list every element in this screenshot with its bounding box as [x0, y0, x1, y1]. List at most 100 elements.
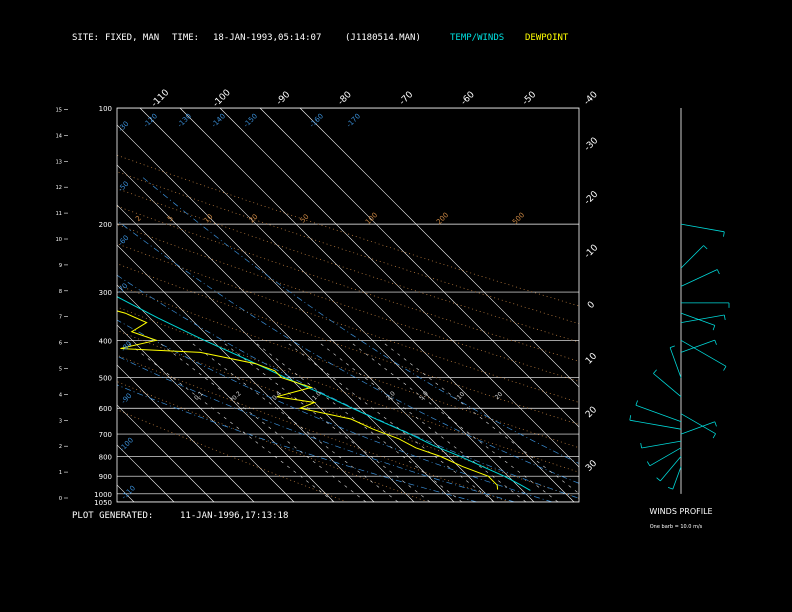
- wind-barb-flag: [646, 461, 651, 467]
- height-label: 0: [59, 496, 62, 502]
- pressure-label: 1000: [94, 491, 112, 499]
- dewpoint-profile: [117, 310, 499, 490]
- skewt-chart: 1002003004005006007008009001000105001234…: [0, 88, 730, 530]
- wind-barb: [680, 314, 725, 323]
- pressure-label: 700: [99, 431, 112, 439]
- moist-adiabat: [117, 319, 553, 502]
- wind-barb: [680, 339, 715, 353]
- dry-adiabat-label: -80: [120, 340, 134, 354]
- mixing-ratio-line: [380, 340, 579, 494]
- isotherm-right-label: 30: [584, 458, 599, 473]
- height-label: 5: [59, 367, 62, 373]
- height-label: 15: [56, 108, 62, 114]
- dry-adiabat-label: -30: [117, 120, 131, 134]
- isotherm-line: [117, 204, 415, 502]
- mixing-ratio-label: 2.0: [385, 390, 397, 402]
- wind-barb-flag: [723, 366, 727, 371]
- mixing-ratio-line: [284, 340, 495, 502]
- isotherm-right-label: 10: [584, 351, 599, 366]
- mixing-ratio-line: [124, 340, 335, 502]
- height-label: 10: [56, 237, 62, 243]
- isotherm-line: [0, 108, 54, 502]
- isotherm-line: [117, 284, 335, 502]
- dry-adiabat-label: -50: [117, 180, 131, 194]
- isotherm-top-label: -90: [275, 90, 293, 108]
- wind-barb: [672, 466, 682, 490]
- wind-barb: [629, 419, 682, 430]
- isotherm-right-label: 20: [584, 405, 599, 420]
- height-label: 11: [56, 211, 62, 217]
- wind-barb: [660, 456, 682, 482]
- dry-adiabat-label: -160: [308, 112, 325, 129]
- isotherm-top-label: -40: [582, 90, 600, 108]
- wind-barb-flag: [629, 415, 632, 421]
- wind-barb: [641, 440, 682, 449]
- dry-adiabat-label: -60: [117, 234, 131, 248]
- isotherm-right-label: -20: [583, 189, 601, 207]
- dry-adiabat-label: -70: [116, 282, 130, 296]
- orange-label: 2: [134, 214, 143, 223]
- mixing-ratio-label: 20: [494, 391, 504, 401]
- orange-label: 50: [299, 213, 311, 225]
- isotherm-line: [117, 324, 295, 502]
- dry-adiabat: [117, 381, 429, 502]
- mixing-ratio-line: [156, 340, 367, 502]
- dry-adiabat: [117, 354, 510, 502]
- orange-label: 20: [248, 213, 260, 225]
- wind-barb-flag: [703, 245, 708, 250]
- pressure-label: 400: [99, 337, 112, 345]
- isotherm-top-label: -110: [150, 88, 172, 110]
- dry-adiabat-label: -130: [176, 112, 193, 129]
- dry-adiabat-label: -90: [120, 392, 134, 406]
- wind-barb-flag: [653, 369, 657, 374]
- isotherm-right-label: -30: [583, 136, 601, 154]
- wind-barb-flag: [716, 269, 720, 275]
- wind-barb-flag: [723, 314, 726, 320]
- wind-barb-flag: [712, 433, 716, 439]
- winds-profile-title: WINDS PROFILE: [649, 507, 712, 516]
- moist-adiabat: [140, 175, 579, 464]
- isotherm-line: [0, 108, 14, 502]
- isotherm-right-label: 0: [586, 300, 597, 311]
- wind-barb: [649, 447, 682, 467]
- pressure-label: 300: [99, 289, 112, 297]
- mixing-ratio-label: 1.0: [311, 390, 323, 402]
- isotherm-line: [117, 244, 375, 502]
- isotherm-line: [139, 108, 535, 502]
- dry-adiabat-label: -140: [210, 112, 227, 129]
- wind-barb-flag: [640, 443, 642, 449]
- mixing-ratio-label: 0.4: [271, 390, 283, 402]
- winds-profile-note: One barb = 10.0 m/s: [650, 524, 703, 530]
- pressure-label: 200: [99, 221, 112, 229]
- dry-adiabat-label: -170: [345, 112, 362, 129]
- isotherm-line: [299, 108, 579, 388]
- dry-adiabat-label: -100: [118, 436, 135, 453]
- dry-adiabat-label: -110: [120, 484, 137, 501]
- dry-adiabat: [117, 284, 579, 449]
- wind-barb: [653, 373, 682, 398]
- dry-adiabat-label: -150: [242, 112, 259, 129]
- isotherm-line: [179, 108, 575, 502]
- height-label: 4: [59, 392, 62, 398]
- plot-frame: [116, 107, 580, 503]
- pressure-label: 1050: [94, 499, 112, 507]
- wind-barb: [680, 269, 718, 287]
- moist-adiabat: [117, 220, 579, 484]
- wind-barb: [680, 223, 725, 233]
- isotherm-top-label: -70: [398, 90, 416, 108]
- moist-adiabat: [117, 274, 579, 499]
- isotherm-top-label: -60: [459, 90, 477, 108]
- moist-adiabat: [117, 355, 515, 502]
- wind-barb-flag: [635, 400, 638, 406]
- mixing-ratio-label: 0.2: [231, 390, 243, 402]
- dry-adiabat: [117, 409, 348, 502]
- pressure-label: 500: [99, 375, 112, 383]
- height-label: 8: [59, 289, 62, 295]
- dry-adiabat-label: -120: [142, 112, 159, 129]
- isotherm-top-label: -80: [336, 90, 354, 108]
- height-label: 14: [56, 133, 62, 139]
- isotherm-line: [117, 404, 215, 502]
- wind-barb-flag: [656, 477, 661, 482]
- isotherm-line: [117, 444, 175, 502]
- height-label: 13: [56, 159, 62, 165]
